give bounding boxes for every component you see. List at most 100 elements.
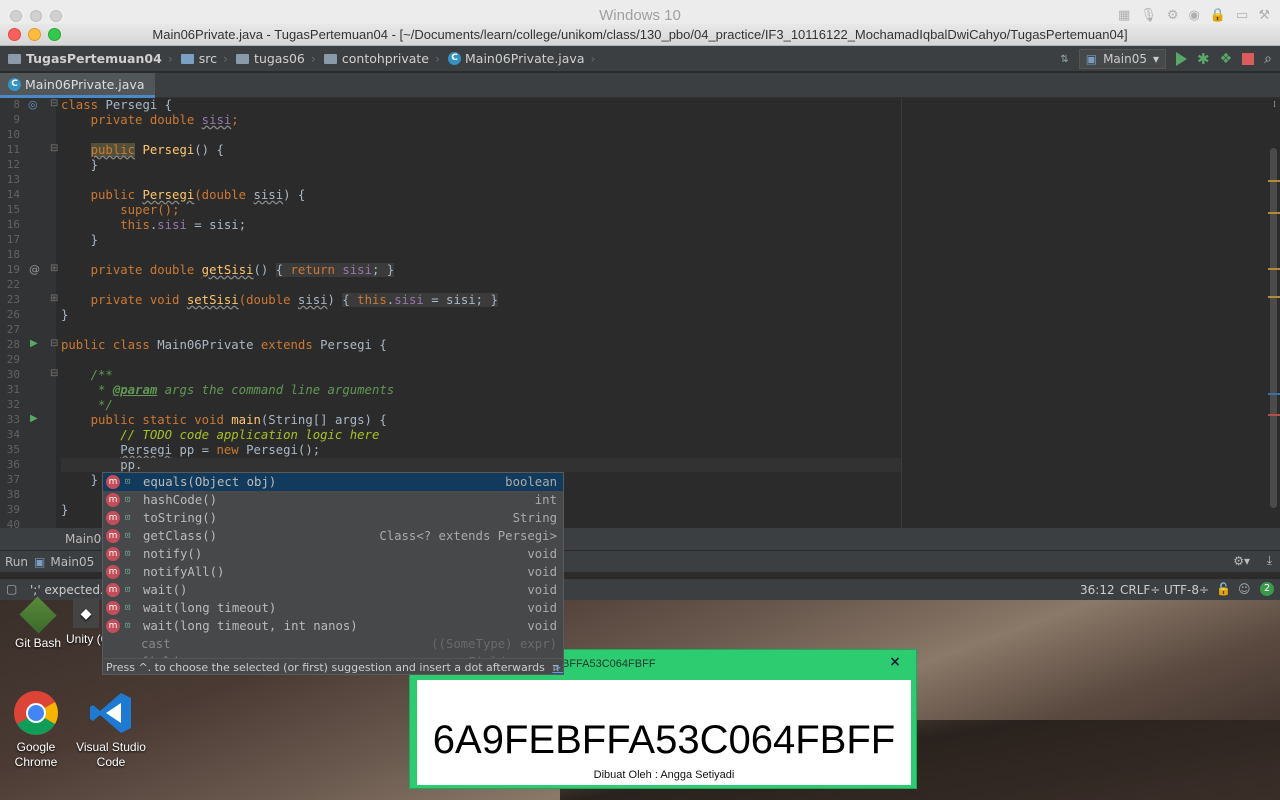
navigation-bar: TugasPertemuan04 › src › tugas06 › contohpr… <box>0 46 1280 72</box>
info-stripe[interactable] <box>1268 393 1280 395</box>
code-line: Persegi pp = new Persegi(); <box>120 443 321 457</box>
completion-item[interactable]: m ⊡ getClass() Class<? extends Persegi> <box>103 527 563 545</box>
lock-open-icon: ⊡ <box>125 495 131 505</box>
grid-icon[interactable]: ▦ <box>1118 8 1130 23</box>
error-stripe[interactable] <box>1268 414 1280 416</box>
editor-scrollbar[interactable] <box>1266 98 1280 528</box>
fold-icon[interactable]: ⊟ <box>50 98 58 109</box>
inspector-icon[interactable]: ☺ <box>1238 582 1251 596</box>
code-editor[interactable]: 8 9 10 11 12 13 14 15 16 17 18 19 22 23 … <box>0 98 1280 528</box>
override-marker-icon[interactable]: ◎ <box>28 98 38 111</box>
warning-stripe[interactable] <box>1268 180 1280 182</box>
completion-item[interactable]: m ⊡ notifyAll() void <box>103 563 563 581</box>
search-icon[interactable]: ⌕ <box>1264 51 1272 67</box>
source-folder-icon <box>180 53 194 64</box>
lock-icon[interactable]: 🔒 <box>1210 8 1226 23</box>
code-line: } <box>61 158 99 172</box>
debug-icon[interactable]: ✱ <box>1197 50 1210 68</box>
completion-item[interactable]: m ⊡ hashCode() int <box>103 491 563 509</box>
encoding-selector[interactable]: UTF-8÷ <box>1164 583 1209 597</box>
run-config-label[interactable]: Main05 <box>50 555 94 569</box>
java-class-icon: C <box>8 77 21 91</box>
credit-text: Dibuat Oleh : Angga Setiyadi <box>593 769 735 781</box>
run-tab-label[interactable]: Run <box>5 555 28 569</box>
line-number: 12 <box>6 158 20 171</box>
line-number: 18 <box>6 248 20 261</box>
desktop-icon-unity[interactable]: ◆ Unity (6 <box>66 598 106 646</box>
lock-icon[interactable]: 🔓 <box>1216 582 1231 596</box>
project-folder-icon <box>8 53 21 64</box>
run-main-icon[interactable]: ▶ <box>30 413 38 424</box>
close-app-button[interactable]: × <box>884 654 906 674</box>
completion-item[interactable]: m ⊡ toString() String <box>103 509 563 527</box>
tab-main06private[interactable]: C Main06Private.java <box>0 73 155 98</box>
completion-item[interactable]: m ⊡ notify() void <box>103 545 563 563</box>
line-number: 17 <box>6 233 20 246</box>
completion-item[interactable]: m ⊡ wait(long timeout) void <box>103 599 563 617</box>
completion-item[interactable]: m ⊡ wait(long timeout, int nanos) void <box>103 617 563 635</box>
stop-icon[interactable] <box>1242 53 1255 65</box>
line-number: 10 <box>6 128 20 141</box>
breadcrumb-src[interactable]: src › <box>177 51 232 66</box>
desktop-icon-google-chrome[interactable]: Google Chrome <box>0 690 72 770</box>
breadcrumb-package-contohprivate[interactable]: contohprivate › <box>320 51 444 66</box>
code-line: } <box>61 503 69 517</box>
gear-icon[interactable]: ⚙▾ <box>1233 554 1250 568</box>
mic-icon[interactable]: 🎙 <box>1140 8 1157 23</box>
desktop-icon-visual-studio-code[interactable]: Visual Studio Code <box>72 690 150 770</box>
postfix-completion-item[interactable]: cast ((SomeType) expr) <box>103 635 563 653</box>
warning-stripe[interactable] <box>1268 268 1280 270</box>
run-class-icon[interactable]: ▶ <box>30 338 38 349</box>
annotation-icon[interactable]: @ <box>29 263 40 276</box>
line-number: 31 <box>6 383 20 396</box>
event-log-badge[interactable]: 2 <box>1260 582 1274 596</box>
breadcrumb-project[interactable]: TugasPertemuan04 › <box>0 51 177 66</box>
fold-icon[interactable]: ⊟ <box>50 143 58 154</box>
line-ending-selector[interactable]: CRLF÷ <box>1120 583 1160 597</box>
tool-windows-icon[interactable]: ▢ <box>6 582 17 596</box>
completion-hint-text: Press ^. to choose the selected (or firs… <box>106 661 545 674</box>
lock-open-icon: ⊡ <box>125 603 131 613</box>
status-message: ';' expected. I <box>30 583 112 597</box>
warning-stripe[interactable] <box>1268 212 1280 214</box>
line-number: 38 <box>6 488 20 501</box>
capture-icon[interactable]: ◉ <box>1189 8 1200 23</box>
line-number: 14 <box>6 188 20 201</box>
expand-icon[interactable]: ⊞ <box>50 263 58 274</box>
completion-item[interactable]: m ⊡ equals(Object obj) boolean <box>103 473 563 491</box>
settings-icon[interactable]: ⚙ <box>1167 8 1179 23</box>
hide-panel-icon[interactable]: ⤓ <box>1267 553 1272 568</box>
code-line: * @param args the command line arguments <box>61 383 395 397</box>
build-icon[interactable]: ⇅ <box>1060 54 1068 65</box>
wrench-icon[interactable]: ⚒ <box>1258 8 1270 23</box>
code-line: private double getSisi() { return sisi; … <box>61 263 395 277</box>
fold-icon[interactable]: ⊟ <box>50 338 58 349</box>
lock-open-icon: ⊡ <box>125 621 131 631</box>
completion-item[interactable]: m ⊡ wait() void <box>103 581 563 599</box>
line-number: 40 <box>6 518 20 528</box>
code-line: super(); <box>120 203 180 217</box>
pi-icon[interactable]: π <box>552 659 559 674</box>
warning-stripe[interactable] <box>1268 296 1280 298</box>
run-icon[interactable] <box>1176 52 1188 66</box>
java-class-icon: C <box>448 52 461 65</box>
config-icon: ▣ <box>34 554 46 569</box>
code-line: public Persegi() { <box>90 143 224 157</box>
coverage-icon[interactable]: ❖ <box>1220 51 1233 67</box>
inspection-icon[interactable]: ⁞ <box>1273 100 1276 110</box>
method-icon: m <box>106 583 120 597</box>
code-line: } <box>61 308 69 322</box>
caret-position[interactable]: 36:12 <box>1080 583 1115 597</box>
host-title: Windows 10 <box>599 7 681 24</box>
fold-icon[interactable]: ⊟ <box>50 368 58 379</box>
scrollbar-thumb[interactable] <box>1270 148 1277 508</box>
code-line: this.sisi = sisi; <box>120 218 247 232</box>
breadcrumb-file[interactable]: C Main06Private.java › <box>444 51 600 66</box>
line-number: 19 <box>6 263 20 276</box>
desktop-icon-git-bash[interactable]: Git Bash <box>0 596 76 650</box>
run-config-select[interactable]: ▣ Main05 ▾ <box>1078 49 1167 69</box>
breadcrumb-package-tugas06[interactable]: tugas06 › <box>232 51 320 66</box>
expand-icon[interactable]: ⊞ <box>50 293 58 304</box>
monitor-icon[interactable]: ▭ <box>1236 8 1248 23</box>
line-number: 16 <box>6 218 20 231</box>
